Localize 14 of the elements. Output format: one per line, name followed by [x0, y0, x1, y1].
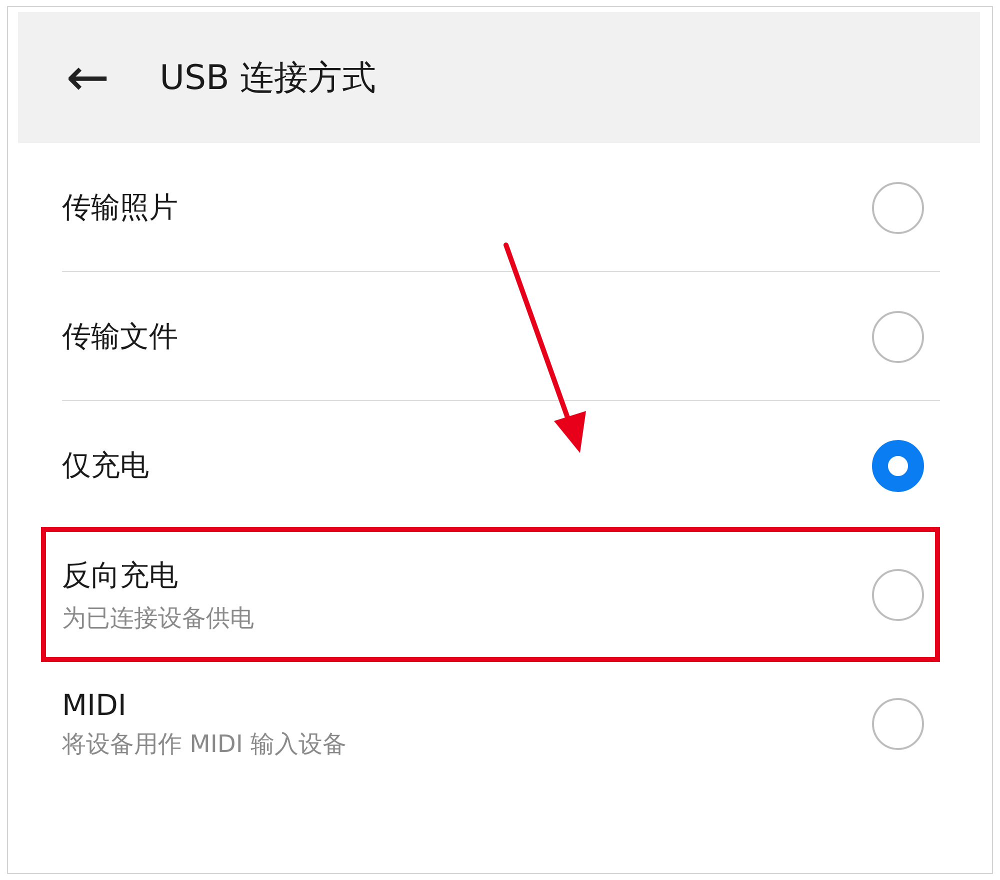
option-description: 将设备用作 MIDI 输入设备 — [62, 728, 347, 760]
back-button[interactable]: ← — [66, 52, 110, 104]
screen-title: USB 连接方式 — [160, 56, 376, 100]
option-label: 传输照片 — [62, 188, 178, 226]
option-label: 仅充电 — [62, 446, 149, 484]
radio-button[interactable] — [872, 568, 924, 620]
option-description: 为已连接设备供电 — [62, 602, 254, 634]
radio-button[interactable] — [872, 310, 924, 362]
option-label: 反向充电 — [62, 556, 179, 594]
option-label: MIDI — [62, 688, 128, 722]
option-label: 传输文件 — [62, 318, 178, 354]
radio-button[interactable] — [872, 698, 924, 750]
radio-button[interactable] — [872, 182, 924, 234]
radio-button[interactable] — [872, 440, 924, 492]
